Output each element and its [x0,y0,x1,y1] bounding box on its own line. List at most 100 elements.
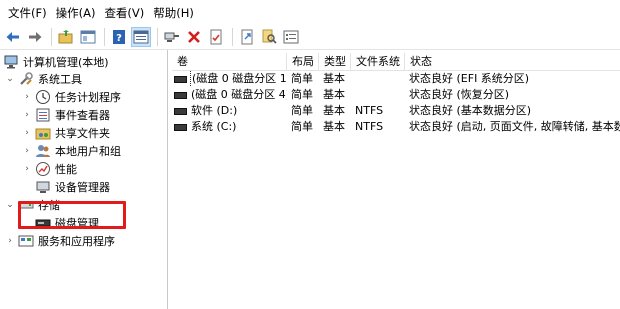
tree-item-performance[interactable]: › 性能 [22,160,77,177]
forward-button[interactable] [25,27,45,47]
cell-volume: 系统 (C:) [191,120,237,133]
toolbar-separator [157,28,158,46]
back-icon [6,32,19,42]
cell-type: 基本 [323,104,345,117]
menu-file[interactable]: 文件(F) [5,3,53,23]
delete-icon [188,31,200,43]
computer-management-icon [3,54,19,70]
expand-chevron-icon[interactable]: › [22,92,32,102]
cell-layout: 简单 [291,72,313,85]
svg-text:?: ? [116,33,122,44]
list-icon [283,30,299,44]
table-row[interactable]: 系统 (C:) 简单 基本 NTFS 状态良好 (启动, 页面文件, 故障转储,… [172,119,620,135]
column-header-layout[interactable]: 布局 [287,53,319,71]
cell-status: 状态良好 (启动, 页面文件, 故障转储, 基本数据分区) [409,120,620,133]
clock-icon [35,89,51,105]
volume-icon [174,75,187,83]
properties-button[interactable] [206,27,226,47]
performance-icon [35,161,51,177]
menu-help[interactable]: 帮助(H) [150,3,200,23]
expand-chevron-icon[interactable]: › [22,146,32,156]
tree-label-root: 计算机管理(本地) [23,55,109,69]
up-folder-icon [58,30,73,44]
back-button[interactable] [3,27,23,47]
up-folder-button[interactable] [56,27,76,47]
connect-button[interactable] [162,27,182,47]
export-button[interactable] [237,27,257,47]
show-tree-button[interactable] [78,27,98,47]
expand-chevron-icon[interactable]: › [5,236,15,246]
tree-label-local-users: 本地用户和组 [55,144,121,158]
tree-label-system-tools: 系统工具 [38,72,82,86]
cell-layout: 简单 [291,104,313,117]
search-icon [262,29,277,44]
cell-type: 基本 [323,120,345,133]
cell-layout: 简单 [291,120,313,133]
help-icon: ? [113,30,125,44]
cell-type: 基本 [323,72,345,85]
cell-volume: 软件 (D:) [191,104,238,117]
volume-icon [174,107,187,115]
tree-label-device-manager: 设备管理器 [55,180,110,194]
users-icon [35,143,51,159]
tree-label-task-scheduler: 任务计划程序 [55,90,121,104]
table-row[interactable]: (磁盘 0 磁盘分区 1) 简单 基本 状态良好 (EFI 系统分区) [172,71,620,87]
cell-status: 状态良好 (基本数据分区) [409,104,532,117]
delete-button[interactable] [184,27,204,47]
table-row[interactable]: 软件 (D:) 简单 基本 NTFS 状态良好 (基本数据分区) [172,103,620,119]
cell-type: 基本 [323,88,345,101]
search-button[interactable] [259,27,279,47]
device-manager-icon [35,179,51,195]
column-header-status[interactable]: 状态 [405,53,620,71]
tree-item-local-users[interactable]: › 本地用户和组 [22,142,121,159]
expand-chevron-icon[interactable]: › [22,164,32,174]
help-button[interactable]: ? [109,27,129,47]
menu-action[interactable]: 操作(A) [53,3,102,23]
toolbar: ? [0,26,620,48]
details-view-button[interactable] [131,27,151,47]
cell-status: 状态良好 (EFI 系统分区) [409,72,530,85]
toolbar-separator [232,28,233,46]
expand-chevron-icon[interactable]: › [22,128,32,138]
column-header-volume[interactable]: 卷 [172,53,287,71]
tree-item-system-tools[interactable]: ⌄ 系统工具 [5,70,82,87]
details-view-icon [133,30,149,44]
collapse-chevron-icon[interactable]: ⌄ [5,200,15,210]
tree-item-task-scheduler[interactable]: › 任务计划程序 [22,88,121,105]
cell-filesystem: NTFS [355,104,384,117]
cell-filesystem [351,87,405,103]
tree-item-root[interactable]: 计算机管理(本地) [3,53,109,70]
tree-label-shared-folders: 共享文件夹 [55,126,110,140]
table-row[interactable]: (磁盘 0 磁盘分区 4) 简单 基本 状态良好 (恢复分区) [172,87,620,103]
list-button[interactable] [281,27,301,47]
services-icon [18,233,34,249]
event-viewer-icon [35,107,51,123]
volume-icon [174,123,187,131]
red-highlight-frame [18,201,126,229]
toolbar-separator [104,28,105,46]
cell-volume: (磁盘 0 磁盘分区 4) [191,88,287,101]
cell-filesystem: NTFS [355,120,384,133]
column-header-type[interactable]: 类型 [319,53,351,71]
volume-list: 卷 布局 类型 文件系统 状态 (磁盘 0 磁盘分区 1) 简单 基本 状态良好… [172,50,620,309]
cell-layout: 简单 [291,88,313,101]
toolbar-separator [51,28,52,46]
cell-volume: (磁盘 0 磁盘分区 1) [190,71,287,87]
tree-label-services: 服务和应用程序 [38,234,115,248]
column-header-filesystem[interactable]: 文件系统 [351,53,405,71]
cell-status: 状态良好 (恢复分区) [409,88,510,101]
tree-item-event-viewer[interactable]: › 事件查看器 [22,106,110,123]
tools-icon [18,71,34,87]
tree-item-device-manager[interactable]: 设备管理器 [35,178,110,195]
navigation-tree: 计算机管理(本地) ⌄ 系统工具 › 任务计划程序 › 事件查看器 › 共享文件… [0,50,168,309]
properties-icon [210,29,222,45]
show-hide-tree-icon [80,30,96,44]
cell-filesystem [351,71,405,87]
expand-chevron-icon[interactable]: › [22,110,32,120]
collapse-chevron-icon[interactable]: ⌄ [5,74,15,84]
menu-view[interactable]: 查看(V) [101,3,150,23]
export-icon [241,29,253,45]
forward-icon [29,32,42,42]
tree-item-services[interactable]: › 服务和应用程序 [5,232,115,249]
tree-item-shared-folders[interactable]: › 共享文件夹 [22,124,110,141]
